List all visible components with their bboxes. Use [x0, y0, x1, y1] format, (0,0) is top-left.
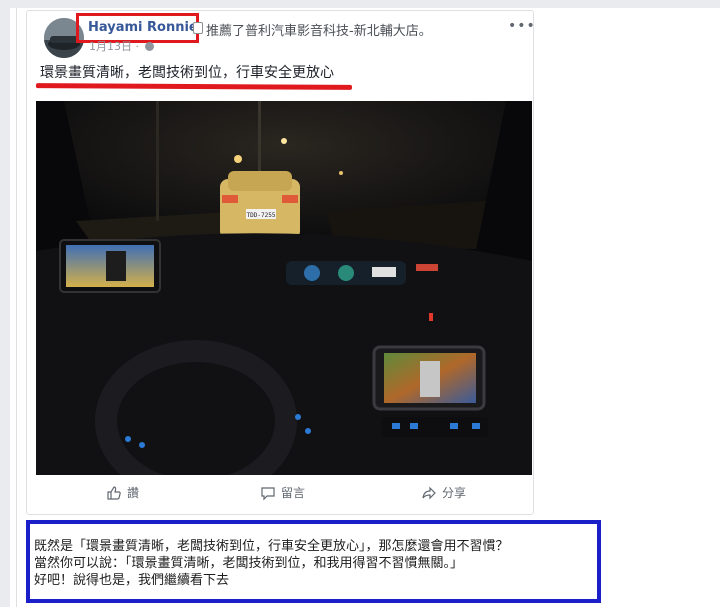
post-meta: 1月13日 ·: [89, 38, 154, 54]
comment-button[interactable]: 留言: [260, 484, 305, 501]
thumbs-up-icon: [107, 485, 121, 500]
share-label: 分享: [442, 486, 467, 500]
post-text: 環景畫質清晰，老闆技術到位，行車安全更放心: [40, 65, 334, 81]
page-background-left: [0, 0, 10, 607]
commentary-line-2: 當然你可以說：「環景畫質清晰，老闆技術到位，和我用得習不習慣無關。」: [34, 556, 464, 571]
globe-icon: [144, 42, 154, 51]
recommendation-text[interactable]: 推薦了普利汽車影音科技-新北輔大店。: [206, 20, 432, 39]
like-button[interactable]: 讚: [106, 484, 139, 501]
post-date[interactable]: 1月13日 ·: [89, 40, 139, 53]
comment-bubble-icon: [261, 486, 275, 500]
license-plate: TDD-7255: [247, 212, 276, 219]
post-action-bar: 讚 留言 分享: [36, 478, 532, 510]
commentary-box: 既然是「環景畫質清晰，老闆技術到位，行車安全更放心」，那怎麼還會用不習慣？ 當然…: [26, 520, 601, 603]
page-background-top: [0, 0, 720, 8]
commentary-line-1: 既然是「環景畫質清晰，老闆技術到位，行車安全更放心」，那怎麼還會用不習慣？: [34, 539, 509, 554]
column-divider: [16, 8, 17, 607]
like-label: 讚: [127, 486, 140, 500]
share-arrow-icon: [422, 486, 436, 499]
commentary-line-3: 好吧！說得也是，我們繼續看下去: [34, 573, 230, 588]
post-photo[interactable]: TDD-7255: [36, 101, 532, 475]
share-button[interactable]: 分享: [421, 484, 466, 501]
recommend-icon: [193, 22, 203, 34]
more-options-button[interactable]: •••: [508, 18, 536, 34]
comment-label: 留言: [281, 486, 306, 500]
